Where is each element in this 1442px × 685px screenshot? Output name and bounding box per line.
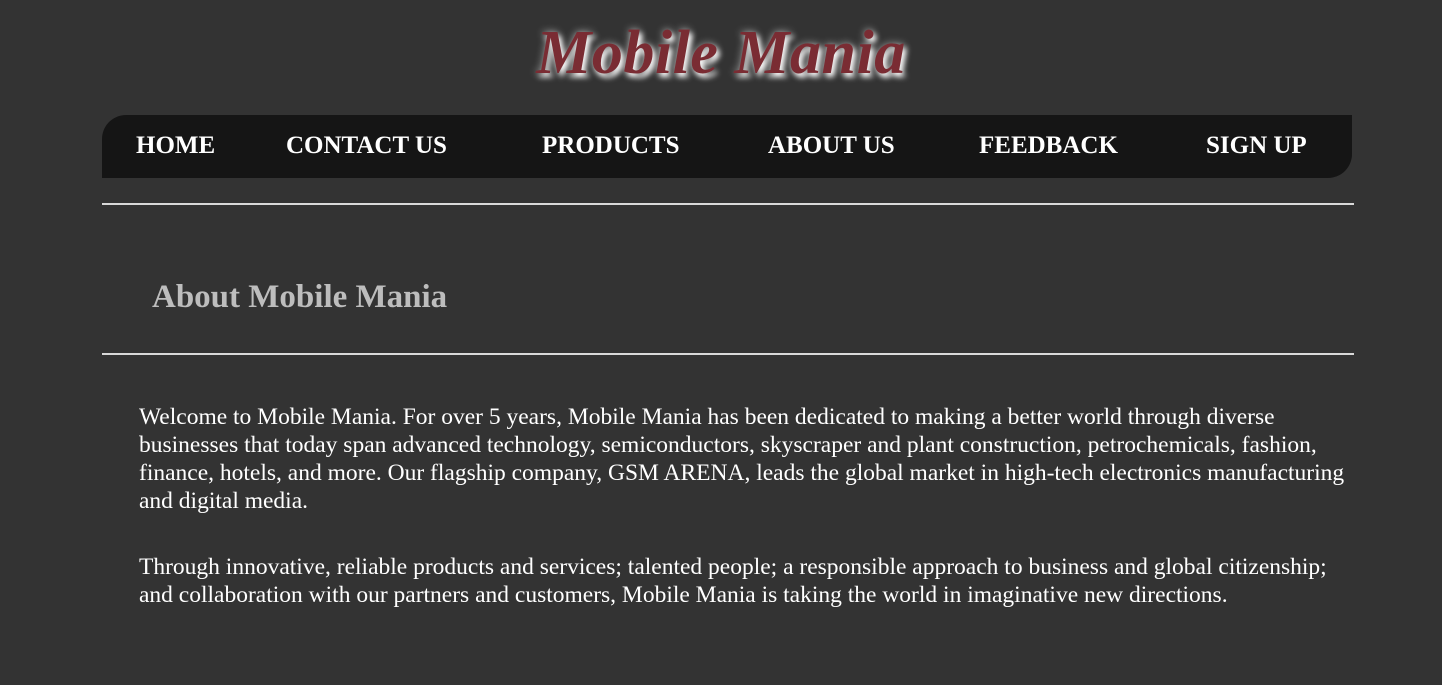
nav-item-sign-up[interactable]: SIGN UP [1206, 115, 1307, 178]
page: Mobile Mania HOME CONTACT US PRODUCTS AB… [0, 0, 1442, 685]
about-paragraph-2: Through innovative, reliable products an… [139, 554, 1327, 608]
divider-top [102, 203, 1354, 205]
nav-item-contact-us[interactable]: CONTACT US [286, 115, 447, 178]
about-paragraph-1: Welcome to Mobile Mania. For over 5 year… [139, 404, 1345, 514]
site-logo[interactable]: Mobile Mania [0, 18, 1442, 88]
nav-item-about-us[interactable]: ABOUT US [768, 115, 895, 178]
page-title: About Mobile Mania [152, 279, 448, 315]
nav-item-products[interactable]: PRODUCTS [542, 115, 680, 178]
main-navbar: HOME CONTACT US PRODUCTS ABOUT US FEEDBA… [102, 115, 1352, 178]
nav-item-feedback[interactable]: FEEDBACK [979, 115, 1118, 178]
nav-item-home[interactable]: HOME [136, 115, 215, 178]
divider-bottom [102, 353, 1354, 355]
